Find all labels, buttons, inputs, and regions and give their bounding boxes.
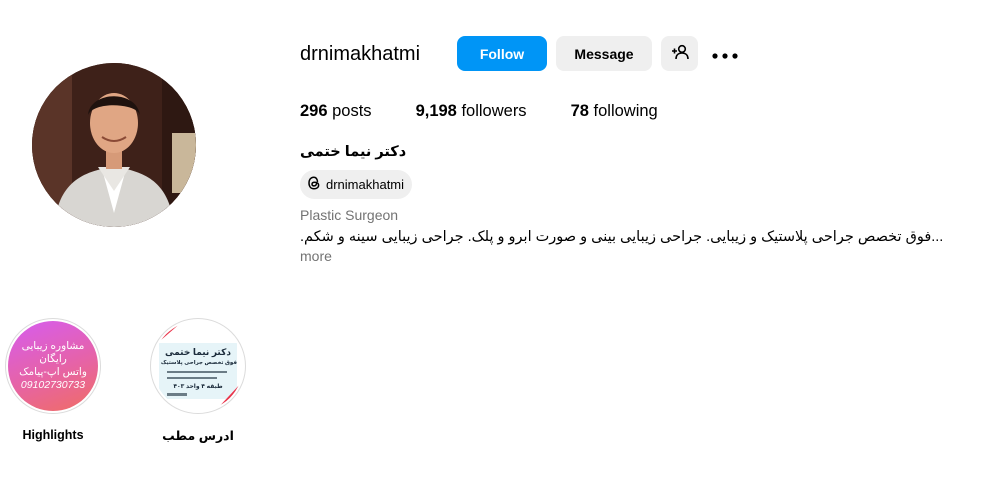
avatar-photo xyxy=(32,63,196,227)
highlight-cover: مشاوره زیبایی رایگان واتس اپ-پیامک 09102… xyxy=(5,318,101,414)
highlight-item[interactable]: مشاوره زیبایی رایگان واتس اپ-پیامک 09102… xyxy=(5,318,101,442)
highlight-cover-image: مشاوره زیبایی رایگان واتس اپ-پیامک 09102… xyxy=(8,321,98,411)
profile-stats: 296 posts 9,198 followers 78 following xyxy=(300,102,702,121)
highlight-cover-text: فوق تخصص جراحی پلاستیک و زیبایی xyxy=(159,360,237,366)
highlight-cover-text: مشاوره زیبایی xyxy=(21,340,85,352)
profile-bio: ...فوق تخصص جراحی پلاستیک و زیبایی. جراح… xyxy=(300,229,944,245)
highlight-cover-text: رایگان xyxy=(39,353,67,365)
highlight-item[interactable]: دکتر نیما ختمی فوق تخصص جراحی پلاستیک و … xyxy=(150,318,246,443)
followers-label: followers xyxy=(461,102,527,120)
profile-avatar[interactable] xyxy=(32,63,196,227)
profile-full-name: دکتر نیما ختمی xyxy=(300,144,407,160)
highlight-cover-text: دکتر نیما ختمی xyxy=(165,347,231,357)
highlight-cover: دکتر نیما ختمی فوق تخصص جراحی پلاستیک و … xyxy=(150,318,246,414)
threads-icon xyxy=(306,175,326,194)
more-horizontal-icon xyxy=(712,46,738,62)
suggested-users-button[interactable] xyxy=(661,36,698,71)
followers-value: 9,198 xyxy=(415,102,457,120)
profile-category: Plastic Surgeon xyxy=(300,207,399,223)
threads-link[interactable]: drnimakhatmi xyxy=(300,170,413,199)
highlight-cover-text: 09102730733 xyxy=(20,379,86,391)
posts-label: posts xyxy=(332,102,372,120)
followers-count[interactable]: 9,198 followers xyxy=(416,102,527,121)
message-button[interactable]: Message xyxy=(556,36,652,71)
following-count[interactable]: 78 following xyxy=(571,102,658,121)
following-value: 78 xyxy=(570,102,589,120)
person-add-icon xyxy=(671,44,689,63)
posts-value: 296 xyxy=(300,102,328,120)
profile-username: drnimakhatmi xyxy=(300,43,421,65)
highlight-label: Highlights xyxy=(22,428,84,442)
highlight-cover-text: طبقه ۴ واحد ۴۰۳ xyxy=(173,384,223,390)
business-card-graphic xyxy=(153,321,243,411)
highlight-label: ادرس مطب xyxy=(162,429,234,443)
follow-button[interactable]: Follow xyxy=(457,36,547,71)
posts-count: 296 posts xyxy=(300,102,372,121)
bio-more-link[interactable]: more xyxy=(300,248,332,264)
threads-handle: drnimakhatmi xyxy=(326,177,405,192)
highlight-cover-image: دکتر نیما ختمی فوق تخصص جراحی پلاستیک و … xyxy=(153,321,243,411)
following-label: following xyxy=(593,102,658,120)
options-button[interactable] xyxy=(708,36,742,71)
highlight-cover-text: واتس اپ-پیامک xyxy=(19,366,87,378)
